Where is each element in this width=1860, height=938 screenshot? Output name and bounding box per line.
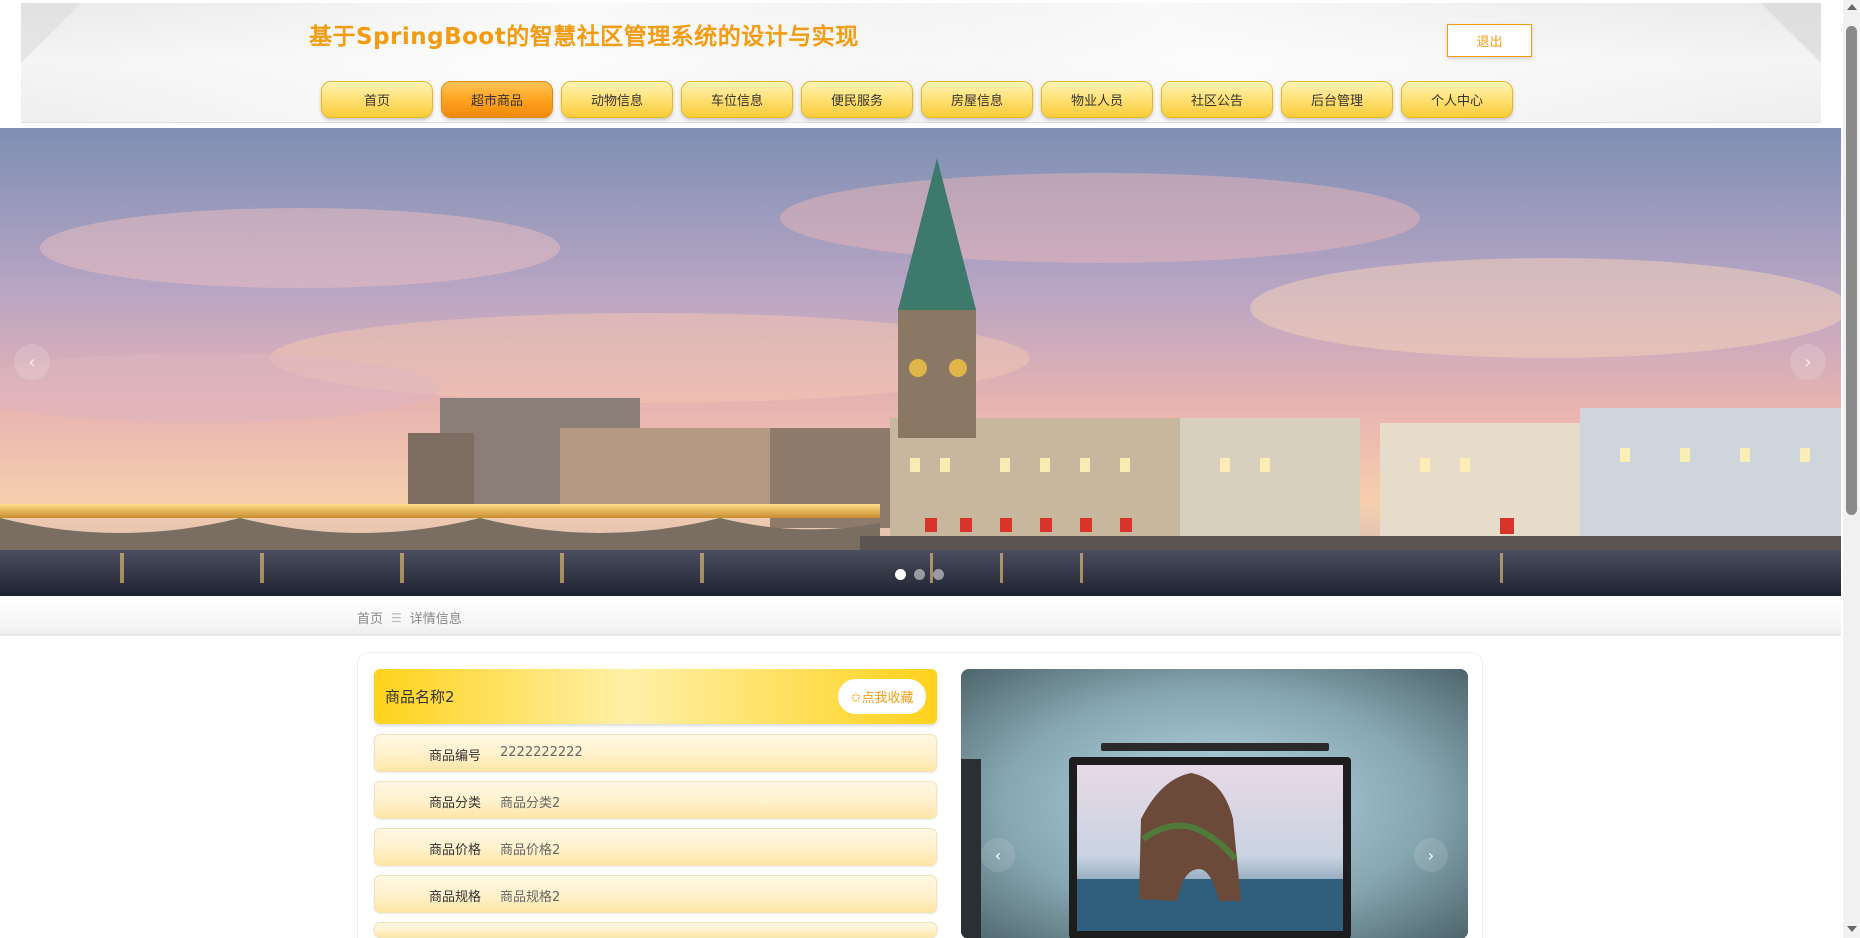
nav-item-parking-info[interactable]: 车位信息 (681, 81, 793, 118)
nav-item-admin[interactable]: 后台管理 (1281, 81, 1393, 118)
product-image (961, 669, 1468, 938)
banner-indicators (895, 569, 944, 580)
nav-item-supermarket-goods[interactable]: 超市商品 (441, 81, 553, 118)
banner-next-button[interactable]: › (1790, 344, 1826, 380)
info-value: 商品价格2 (500, 843, 561, 858)
info-value: 商品规格2 (500, 890, 561, 905)
site-header: 基于SpringBoot的智慧社区管理系统的设计与实现 退出 首页 超市商品 动… (21, 3, 1821, 123)
collect-button[interactable]: ✩点我收藏 (838, 679, 926, 714)
main-nav: 首页 超市商品 动物信息 车位信息 便民服务 房屋信息 物业人员 社区公告 后台… (321, 81, 1513, 118)
page: 基于SpringBoot的智慧社区管理系统的设计与实现 退出 首页 超市商品 动… (0, 0, 1860, 938)
breadcrumb-separator-icon: ☰ (391, 610, 402, 625)
banner-prev-button[interactable]: ‹ (14, 344, 50, 380)
scroll-up-icon[interactable] (1847, 4, 1857, 10)
product-name: 商品名称2 (385, 688, 455, 706)
info-label: 商品编号 (429, 749, 482, 764)
nav-item-community-notice[interactable]: 社区公告 (1161, 81, 1273, 118)
nav-item-animal-info[interactable]: 动物信息 (561, 81, 673, 118)
breadcrumb: 首页 ☰ 详情信息 (357, 608, 462, 628)
banner-image (0, 128, 1841, 596)
scrollbar-thumb[interactable] (1846, 26, 1857, 515)
image-next-button[interactable]: › (1414, 838, 1448, 872)
header-decoration (21, 3, 81, 63)
banner-indicator-dot[interactable] (914, 569, 925, 580)
info-row-product-category: 商品分类 商品分类2 (374, 781, 937, 819)
info-value: 2222222222 (500, 745, 583, 760)
info-label: 商品分类 (429, 796, 482, 811)
banner-carousel: ‹ › (0, 128, 1841, 596)
image-prev-button[interactable]: ‹ (981, 838, 1015, 872)
header-decoration (1761, 3, 1821, 63)
banner-indicator-dot[interactable] (895, 569, 906, 580)
nav-item-personal-center[interactable]: 个人中心 (1401, 81, 1513, 118)
info-label: 商品价格 (429, 843, 482, 858)
page-scrollbar[interactable] (1843, 0, 1860, 938)
info-label: 商品规格 (429, 890, 482, 905)
site-title: 基于SpringBoot的智慧社区管理系统的设计与实现 (309, 24, 859, 50)
breadcrumb-bar: 首页 ☰ 详情信息 (0, 598, 1841, 636)
info-row-product-spec: 商品规格 商品规格2 (374, 875, 937, 913)
info-value: 商品分类2 (500, 796, 561, 811)
nav-item-home[interactable]: 首页 (321, 81, 433, 118)
nav-item-house-info[interactable]: 房屋信息 (921, 81, 1033, 118)
scroll-down-icon[interactable] (1847, 926, 1857, 932)
banner-indicator-dot[interactable] (933, 569, 944, 580)
info-row-partial (374, 922, 937, 938)
info-row-product-price: 商品价格 商品价格2 (374, 828, 937, 866)
product-title-bar: 商品名称2 ✩点我收藏 (374, 669, 937, 724)
info-row-product-code: 商品编号 2222222222 (374, 734, 937, 772)
nav-item-property-staff[interactable]: 物业人员 (1041, 81, 1153, 118)
breadcrumb-home-link[interactable]: 首页 (357, 608, 383, 627)
product-image-carousel: ‹ › (961, 669, 1468, 938)
nav-item-convenience-service[interactable]: 便民服务 (801, 81, 913, 118)
logout-button[interactable]: 退出 (1447, 24, 1532, 57)
breadcrumb-current: 详情信息 (409, 612, 462, 627)
